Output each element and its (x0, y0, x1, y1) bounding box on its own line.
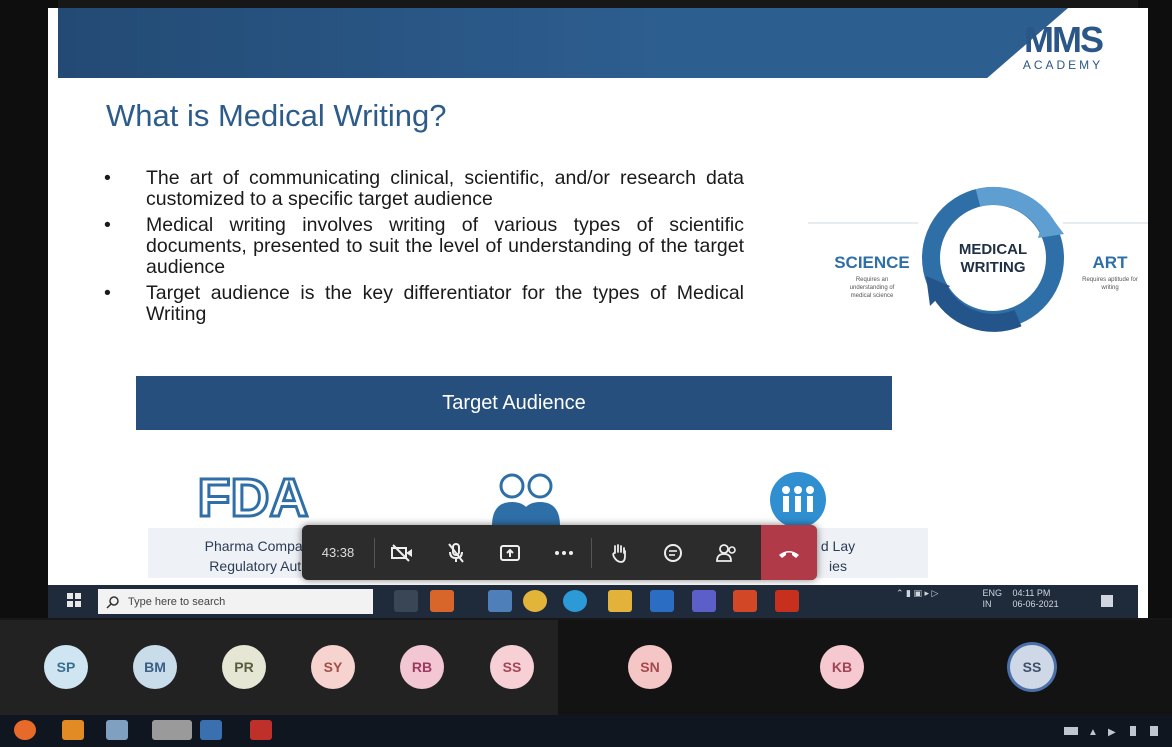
avatar-initials: KB (831, 659, 853, 675)
chrome-icon[interactable] (523, 590, 547, 612)
avatar-initials: SS (1022, 659, 1042, 675)
science-label: SCIENCE (834, 253, 910, 272)
avatar-initials: SS (502, 659, 522, 675)
raise-hand-button[interactable] (592, 525, 646, 580)
avatar-initials: SN (640, 659, 660, 675)
participant-avatar[interactable]: PR (222, 645, 266, 689)
mic-off-icon (448, 542, 464, 563)
taskbar-search-box[interactable]: Type here to search (98, 589, 373, 614)
cycle-center-line2: WRITING (961, 259, 1026, 276)
patients-icon (770, 472, 826, 528)
chat-icon (664, 543, 682, 562)
edge-icon[interactable] (563, 590, 587, 612)
share-screen-button[interactable] (483, 525, 537, 580)
outlook-icon[interactable] (650, 590, 674, 612)
language-indicator[interactable]: ENG (983, 588, 1003, 598)
share-screen-icon (500, 544, 520, 561)
bullet-text: Target audience is the key differentiato… (146, 282, 744, 325)
bullet-dot: • (104, 282, 111, 304)
science-sub-2: understanding of (850, 285, 895, 291)
vlc-icon[interactable] (62, 720, 84, 740)
clock-date: 06-06-2021 (1012, 599, 1059, 609)
bullet-text: Medical writing involves writing of vari… (146, 214, 744, 278)
avatar-initials: SP (56, 659, 76, 675)
camera-toggle-button[interactable] (375, 525, 429, 580)
participants-icon (716, 543, 736, 562)
bullet-list: • The art of communicating clinical, scie… (104, 168, 744, 330)
chrome-icon[interactable] (152, 720, 192, 740)
system-tray: ⌃ ▮ ▣ ▸ ▷ ENG IN 04:11 PM 06-06-2021 (896, 588, 1059, 610)
windows-start-icon[interactable] (66, 592, 82, 608)
svg-text:▲: ▲ (1088, 727, 1098, 738)
cycle-arrow-segment (975, 187, 1056, 233)
clock[interactable]: 04:11 PM 06-06-2021 (1013, 588, 1059, 610)
taskbar-app-icon[interactable] (488, 590, 512, 612)
more-options-button[interactable] (537, 525, 591, 580)
participant-avatar[interactable]: SP (44, 645, 88, 689)
participant-avatar[interactable]: SS (490, 645, 534, 689)
search-icon (106, 595, 119, 609)
clock-time: 04:11 PM (1012, 588, 1051, 598)
avatar-initials: BM (144, 659, 166, 675)
avatar-initials: RB (411, 659, 433, 675)
bullet-dot: • (104, 214, 111, 236)
bullet-item: • Medical writing involves writing of var… (104, 215, 744, 278)
target-audience-banner: Target Audience (136, 376, 892, 430)
mic-toggle-button[interactable] (429, 525, 483, 580)
search-placeholder: Type here to search (128, 595, 226, 608)
acrobat-icon[interactable] (775, 590, 799, 612)
slide-title: What is Medical Writing? (106, 98, 447, 133)
fda-logo-text: FDA (198, 468, 309, 528)
raise-hand-icon (612, 543, 626, 563)
academy-logo: MMS ACADEMY (1008, 22, 1118, 82)
file-explorer-icon[interactable] (608, 590, 632, 612)
medical-writing-cycle-diagram: MEDICAL WRITING SCIENCE Requires an unde… (808, 187, 1148, 332)
participant-avatar[interactable]: RB (400, 645, 444, 689)
logo-subtitle: ACADEMY (1022, 58, 1104, 72)
participant-avatar-active[interactable]: SS (1010, 645, 1054, 689)
bullet-item: • The art of communicating clinical, scie… (104, 168, 744, 210)
tray-icons: ⌃ ▮ ▣ ▸ ▷ (896, 588, 939, 598)
camera-off-icon (391, 543, 412, 562)
avatar-initials: SY (323, 659, 343, 675)
science-sub-3: medical science (851, 293, 894, 299)
powerpoint-icon[interactable] (733, 590, 757, 612)
teams-icon[interactable] (692, 590, 716, 612)
logo-mark: MMS (1024, 19, 1104, 60)
file-explorer-icon[interactable] (106, 720, 128, 740)
phone-hangup-icon (779, 550, 799, 558)
avatar-initials: PR (234, 659, 254, 675)
hang-up-button[interactable] (761, 525, 817, 580)
fda-logo: FDA (196, 468, 310, 528)
cycle-arrow-segment (929, 283, 1022, 332)
task-view-icon[interactable] (394, 590, 418, 612)
more-icon (555, 550, 573, 555)
doctors-icon (492, 473, 560, 526)
art-label: ART (1093, 253, 1129, 272)
meeting-control-bar: 43:38 (302, 525, 817, 580)
participants-button[interactable] (700, 525, 754, 580)
participant-avatar[interactable]: KB (820, 645, 864, 689)
art-sub-2: writing (1100, 285, 1118, 291)
taskbar-app-icon[interactable] (430, 590, 454, 612)
notification-icon[interactable] (1100, 594, 1114, 608)
bullet-text: The art of communicating clinical, scien… (146, 167, 744, 210)
device-system-tray: ▲ ▶ (1064, 726, 1158, 738)
participant-avatar[interactable]: BM (133, 645, 177, 689)
slide-header-bar (58, 8, 1068, 78)
meeting-timer: 43:38 (321, 545, 355, 560)
cycle-center-line1: MEDICAL (959, 241, 1027, 258)
participant-avatar[interactable]: SN (628, 645, 672, 689)
art-sub-1: Requires aptitude for (1082, 277, 1138, 283)
participant-avatar[interactable]: SY (311, 645, 355, 689)
science-sub-1: Requires an (856, 277, 888, 283)
chat-button[interactable] (646, 525, 700, 580)
acrobat-icon[interactable] (250, 720, 272, 740)
svg-text:▶: ▶ (1108, 727, 1116, 738)
language-region: IN (982, 599, 992, 609)
firefox-icon[interactable] (14, 720, 36, 740)
taskbar-app-icon[interactable] (200, 720, 222, 740)
bullet-item: • Target audience is the key differentiat… (104, 283, 744, 325)
bullet-dot: • (104, 167, 111, 189)
